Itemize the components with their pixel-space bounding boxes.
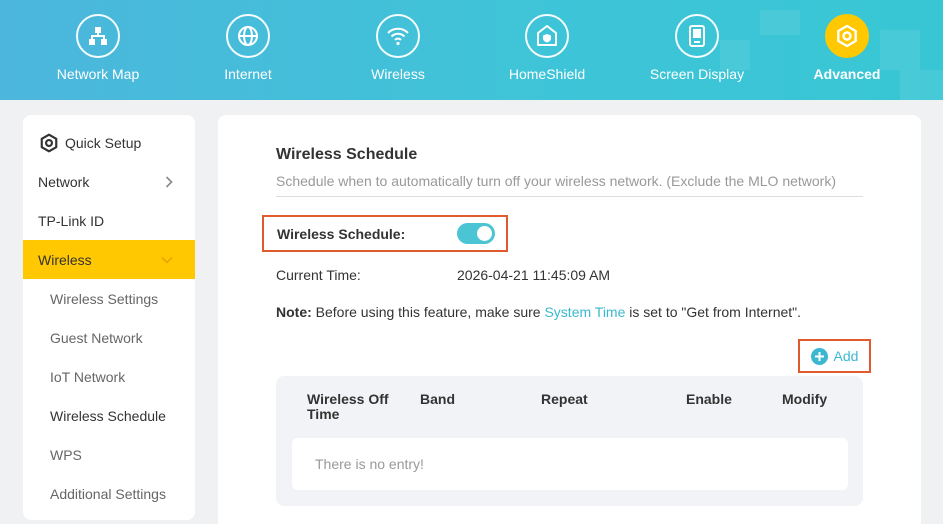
column-header-modify: Modify: [782, 391, 828, 407]
note-body-2: is set to "Get from Internet".: [625, 304, 802, 320]
sidebar-subitem-additional-settings[interactable]: Additional Settings: [23, 474, 195, 513]
nav-label: HomeShield: [508, 66, 586, 82]
column-header-repeat: Repeat: [541, 391, 588, 407]
gear-icon: [825, 14, 869, 58]
wireless-schedule-label: Wireless Schedule:: [277, 226, 406, 242]
note-body-1: Before using this feature, make sure: [311, 304, 545, 320]
nav-label: Internet: [224, 66, 272, 82]
sidebar-subitem-wireless-schedule[interactable]: Wireless Schedule: [23, 396, 195, 435]
nav-homeshield[interactable]: HomeShield: [482, 14, 612, 82]
empty-table-message: There is no entry!: [315, 456, 424, 472]
chevron-down-icon: [161, 256, 173, 264]
system-time-link[interactable]: System Time: [544, 304, 625, 320]
nav-label: Screen Display: [649, 66, 745, 82]
wireless-schedule-toggle[interactable]: [457, 223, 495, 244]
sidebar-subitem-guest-network[interactable]: Guest Network: [23, 318, 195, 357]
screen-display-icon: [675, 14, 719, 58]
chevron-right-icon: [165, 175, 173, 188]
nav-label: Network Map: [56, 66, 140, 82]
plus-icon: [810, 347, 828, 365]
note-text: Note: Before using this feature, make su…: [276, 304, 801, 320]
sidebar-item-label: Quick Setup: [65, 134, 142, 151]
current-time-value: 2026-04-21 11:45:09 AM: [457, 267, 611, 283]
sidebar-item-network[interactable]: Network: [23, 162, 195, 201]
note-prefix: Note:: [276, 304, 312, 320]
sidebar-subitem-wps[interactable]: WPS: [23, 435, 195, 474]
schedule-table: Wireless Off Time Band Repeat Enable Mod…: [276, 376, 863, 506]
sidebar-item-wireless[interactable]: Wireless: [23, 240, 195, 279]
homeshield-icon: [525, 14, 569, 58]
toggle-knob: [477, 226, 492, 241]
add-button[interactable]: Add: [798, 339, 871, 373]
add-label: Add: [833, 348, 859, 364]
sidebar-item-label: TP-Link ID: [38, 212, 105, 229]
header-line: Wireless Off: [307, 391, 389, 407]
nav-wireless[interactable]: Wireless: [333, 14, 463, 82]
nav-label: Wireless: [371, 66, 425, 82]
wifi-icon: [376, 14, 420, 58]
sidebar-item-tp-link-id[interactable]: TP-Link ID: [23, 201, 195, 240]
gear-icon: [39, 133, 59, 153]
globe-icon: [226, 14, 270, 58]
page-title: Wireless Schedule: [276, 146, 418, 163]
sidebar-item-label: Wireless: [38, 251, 92, 268]
page-subtitle: Schedule when to automatically turn off …: [276, 173, 863, 197]
column-header-off-time: Wireless Off Time: [307, 392, 389, 422]
wireless-schedule-highlight: Wireless Schedule:: [262, 215, 508, 252]
table-row: There is no entry!: [292, 438, 848, 490]
nav-internet[interactable]: Internet: [183, 14, 313, 82]
column-header-enable: Enable: [686, 391, 732, 407]
column-header-band: Band: [420, 391, 455, 407]
sidebar-item-quick-setup[interactable]: Quick Setup: [23, 123, 195, 162]
main-panel: Wireless Schedule Schedule when to autom…: [218, 115, 921, 524]
sidebar-subitem-wireless-settings[interactable]: Wireless Settings: [23, 279, 195, 318]
nav-screen-display[interactable]: Screen Display: [632, 14, 762, 82]
nav-network-map[interactable]: Network Map: [33, 14, 163, 82]
sidebar-subitem-iot-network[interactable]: IoT Network: [23, 357, 195, 396]
sidebar-item-label: Network: [38, 173, 90, 190]
network-map-icon: [76, 14, 120, 58]
sidebar: Quick Setup Network TP-Link ID Wireless …: [23, 115, 195, 520]
current-time-label: Current Time:: [276, 267, 361, 283]
nav-label: Advanced: [813, 66, 881, 82]
nav-advanced[interactable]: Advanced: [782, 14, 912, 82]
top-navigation: Network Map Internet Wireless HomeShield…: [0, 0, 943, 100]
header-line: Time: [307, 406, 340, 422]
